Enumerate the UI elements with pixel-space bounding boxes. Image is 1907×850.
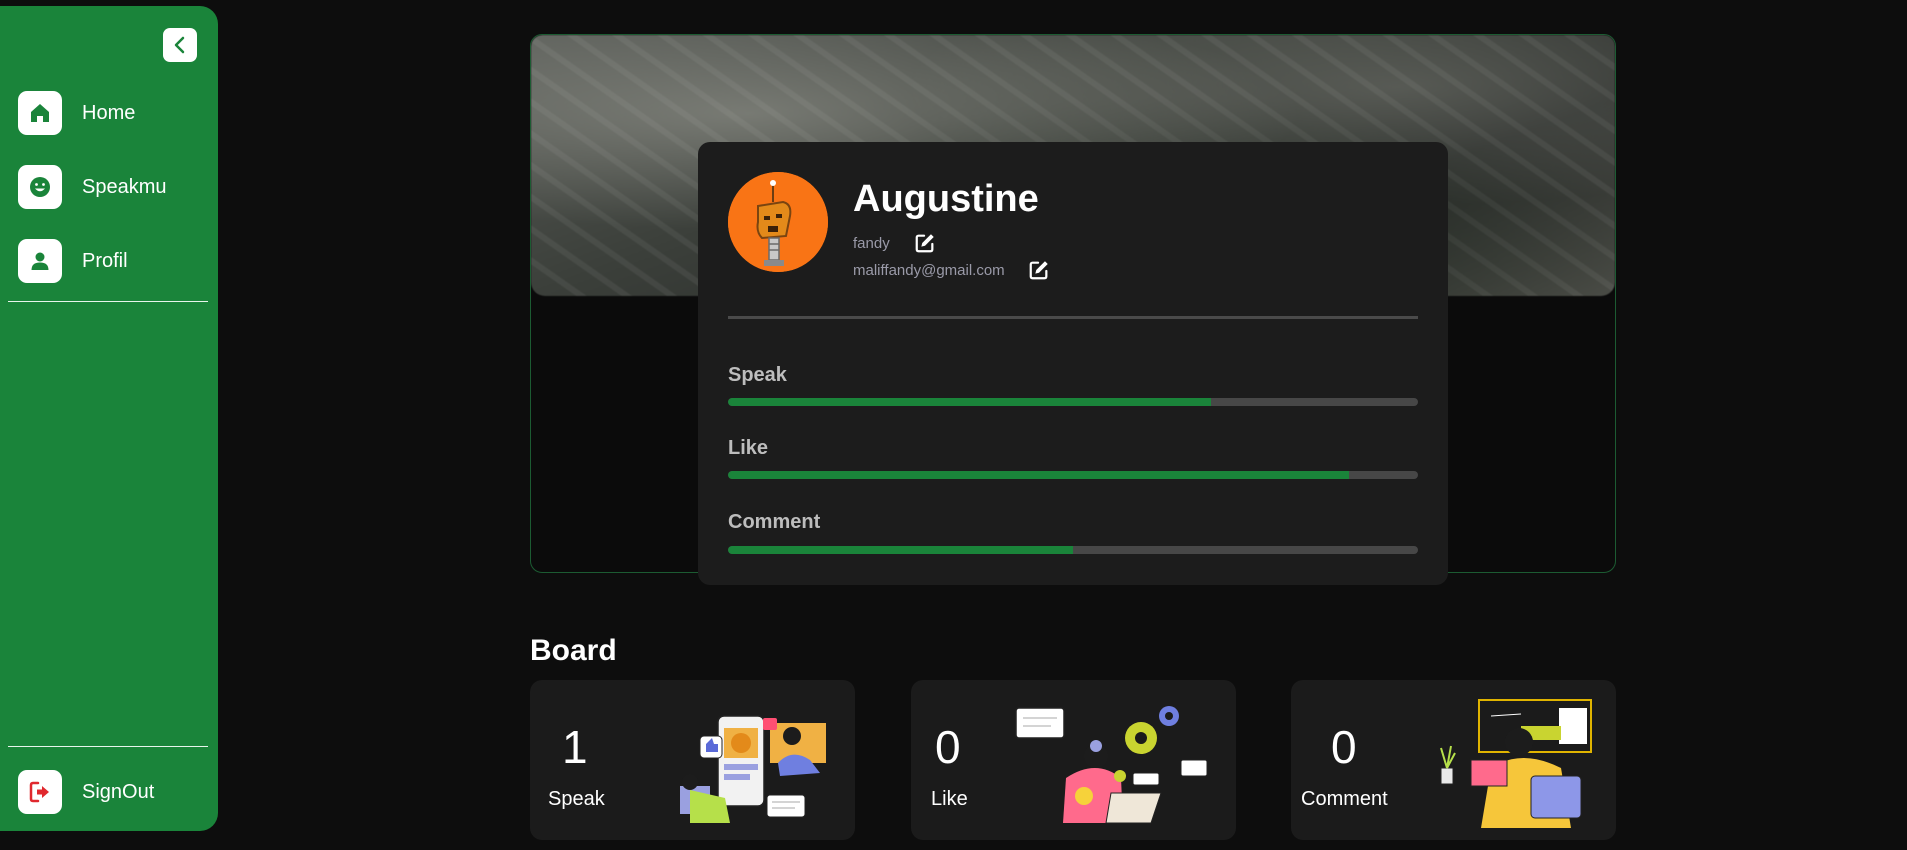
- sidebar-item-label: Profil: [82, 249, 128, 272]
- person-workdesk-illustration: [1440, 699, 1592, 828]
- sidebar-item-home[interactable]: Home: [18, 91, 135, 135]
- board-card-like[interactable]: 0 Like: [911, 680, 1236, 840]
- profile-name: Augustine: [853, 178, 1039, 220]
- edit-email-icon[interactable]: [1028, 259, 1050, 281]
- board-title: Board: [530, 634, 617, 667]
- chevron-left-icon: [174, 36, 185, 54]
- board-card-label: Like: [931, 788, 968, 810]
- comment-progress-bar: [728, 546, 1418, 554]
- speak-progress-bar: [728, 398, 1418, 406]
- profile-username: fandy: [853, 235, 890, 252]
- sidebar-divider: [8, 746, 208, 747]
- board-card-label: Comment: [1301, 788, 1388, 810]
- sidebar-item-label: Speakmu: [82, 175, 167, 198]
- robot-avatar-icon: [728, 172, 828, 272]
- stat-label-like: Like: [728, 437, 769, 459]
- comment-progress-fill: [728, 546, 1073, 554]
- smile-icon: [18, 165, 62, 209]
- signout-label: SignOut: [82, 780, 155, 803]
- signout-icon: [18, 770, 62, 814]
- stat-label-comment: Comment: [728, 511, 821, 533]
- avatar[interactable]: [728, 172, 828, 272]
- home-icon: [18, 91, 62, 135]
- board-card-value: 0: [1331, 721, 1357, 773]
- board-card-label: Speak: [548, 788, 605, 810]
- board-card-value: 1: [562, 721, 588, 773]
- sidebar-divider: [8, 301, 208, 302]
- profile-email: maliffandy@gmail.com: [853, 262, 1005, 279]
- board-card-comment[interactable]: 0 Comment: [1291, 680, 1616, 840]
- card-divider: [728, 316, 1418, 319]
- sidebar-item-profil[interactable]: Profil: [18, 239, 128, 283]
- board-card-speak[interactable]: 1 Speak: [530, 680, 855, 840]
- sidebar-item-label: Home: [82, 101, 136, 124]
- sidebar: Home Speakmu Profil SignOut: [0, 6, 218, 831]
- user-icon: [18, 239, 62, 283]
- edit-username-icon[interactable]: [914, 232, 936, 254]
- signout-button[interactable]: SignOut: [18, 770, 154, 814]
- collapse-sidebar-button[interactable]: [163, 28, 197, 62]
- like-progress-bar: [728, 471, 1418, 479]
- social-media-illustration: [680, 715, 826, 823]
- stat-label-speak: Speak: [728, 364, 787, 386]
- board-card-value: 0: [935, 721, 961, 773]
- sidebar-item-speakmu[interactable]: Speakmu: [18, 165, 167, 209]
- speak-progress-fill: [728, 398, 1211, 406]
- profile-card: Augustine fandy maliffandy@gmail.com Spe…: [698, 142, 1448, 585]
- like-progress-fill: [728, 471, 1349, 479]
- person-laptop-illustration: [1015, 706, 1208, 824]
